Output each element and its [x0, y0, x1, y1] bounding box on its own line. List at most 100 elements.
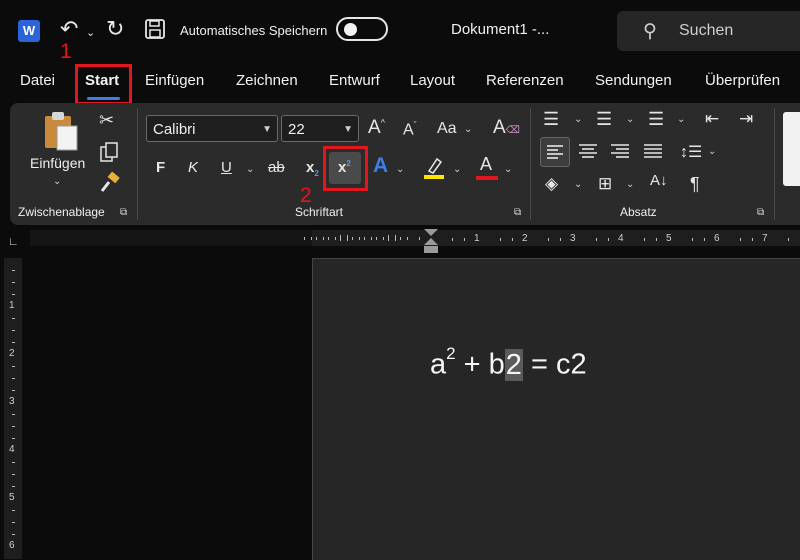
paste-dropdown-icon[interactable]: ⌄ [53, 176, 61, 187]
format-painter-icon[interactable] [99, 171, 121, 198]
tab-referenzen[interactable]: Referenzen [486, 72, 564, 89]
step-1-label: 1 [60, 40, 72, 63]
font-group-label: Schriftart [295, 205, 344, 219]
multilevel-dropdown-icon[interactable]: ⌄ [677, 114, 685, 125]
change-case-button[interactable]: Aa [437, 120, 457, 138]
bold-button[interactable]: F [156, 159, 165, 176]
tab-layout[interactable]: Layout [410, 72, 455, 89]
bullets-icon[interactable]: ☰ [543, 109, 559, 130]
tab-sendungen[interactable]: Sendungen [595, 72, 672, 89]
highlight-box-superscript [323, 146, 368, 191]
text-run: a [430, 348, 447, 381]
text-effects-dropdown-icon[interactable]: ⌄ [396, 164, 404, 175]
cut-icon[interactable]: ✂ [99, 110, 114, 131]
sort-icon[interactable]: A↓ [650, 172, 668, 189]
paragraph-group-label: Absatz [620, 205, 657, 219]
subscript-button[interactable]: x2 [306, 159, 319, 178]
copy-icon[interactable] [99, 142, 119, 168]
document-title[interactable]: Dokument1 -... [451, 21, 549, 38]
align-right-icon[interactable] [608, 138, 632, 169]
line-spacing-icon[interactable]: ↕☰ [680, 142, 702, 162]
undo-dropdown-icon[interactable]: ⌄ [86, 22, 95, 44]
clipboard-launcher-icon[interactable]: ⧉ [120, 207, 127, 218]
change-case-dropdown-icon[interactable]: ⌄ [464, 124, 472, 135]
ruler-number: 5 [666, 233, 672, 244]
font-size-value: 22 [288, 121, 305, 138]
font-color-swatch [476, 176, 498, 180]
font-color-dropdown-icon[interactable]: ⌄ [504, 164, 512, 175]
tab-ueberpruefen[interactable]: Überprüfen [705, 72, 780, 89]
paste-icon[interactable] [42, 110, 80, 157]
bullets-dropdown-icon[interactable]: ⌄ [574, 114, 582, 125]
increase-indent-icon[interactable]: ⇥ [739, 109, 753, 129]
ruler-number: 3 [570, 233, 576, 244]
indent-marker[interactable] [423, 228, 439, 259]
ruler-number: 2 [522, 233, 528, 244]
tab-zeichnen[interactable]: Zeichnen [236, 72, 298, 89]
ruler-number: 5 [9, 492, 15, 503]
shading-dropdown-icon[interactable]: ⌄ [574, 179, 582, 190]
paragraph-launcher-icon[interactable]: ⧉ [757, 207, 764, 218]
underline-dropdown-icon[interactable]: ⌄ [246, 164, 254, 175]
ruler-number: 6 [9, 540, 15, 551]
word-logo-icon: W [18, 20, 46, 42]
chevron-down-icon: ▼ [262, 124, 272, 135]
numbering-dropdown-icon[interactable]: ⌄ [626, 114, 634, 125]
autosave-toggle[interactable] [336, 17, 388, 41]
shrink-font-button[interactable]: Aˇ [403, 120, 417, 139]
redo-icon[interactable]: ↻ [106, 18, 124, 40]
highlight-box-start [75, 64, 132, 105]
ruler-number: 1 [9, 300, 15, 311]
font-size-select[interactable]: 22 ▼ [281, 115, 359, 142]
paste-button[interactable]: Einfügen [30, 155, 85, 171]
numbering-icon[interactable]: ☰ [596, 109, 612, 130]
clear-formatting-button[interactable]: A⌫ [493, 117, 520, 139]
justify-icon[interactable] [641, 138, 665, 169]
group-divider [137, 108, 138, 220]
multilevel-list-icon[interactable]: ☰ [648, 109, 664, 130]
font-name-value: Calibri [153, 121, 196, 138]
autosave-label: Automatisches Speichern [180, 23, 328, 38]
tab-datei[interactable]: Datei [20, 72, 55, 89]
ruler-number: 1 [474, 233, 480, 244]
highlighter-icon[interactable] [423, 156, 445, 185]
strikethrough-button[interactable]: ab [268, 159, 285, 176]
font-color-button[interactable]: A [480, 154, 492, 175]
ruler-number: 4 [9, 444, 15, 455]
decrease-indent-icon[interactable]: ⇤ [705, 109, 719, 129]
text-run: = c2 [522, 348, 587, 381]
ruler-number: 3 [9, 396, 15, 407]
document-page[interactable] [312, 258, 800, 560]
tab-einfuegen[interactable]: Einfügen [145, 72, 204, 89]
font-name-select[interactable]: Calibri ▼ [146, 115, 278, 142]
ruler-number: 2 [9, 348, 15, 359]
underline-button[interactable]: U [221, 159, 232, 176]
show-formatting-marks-icon[interactable]: ¶ [690, 174, 700, 195]
search-input[interactable]: ⚲ Suchen [617, 11, 800, 51]
highlighter-dropdown-icon[interactable]: ⌄ [453, 164, 461, 175]
grow-font-button[interactable]: A^ [368, 117, 385, 139]
selected-text[interactable]: 2 [504, 348, 523, 381]
ruler-numbers: 1 2 3 4 5 6 7 [440, 233, 800, 245]
save-icon[interactable] [144, 18, 166, 44]
group-divider [774, 108, 775, 220]
vertical-ruler[interactable]: 1 2 3 4 5 6 [4, 258, 22, 559]
search-icon: ⚲ [643, 21, 657, 42]
align-center-icon[interactable] [576, 138, 600, 169]
align-left-button[interactable] [540, 137, 570, 167]
font-launcher-icon[interactable]: ⧉ [514, 207, 521, 218]
shading-icon[interactable]: ◈ [545, 174, 558, 194]
italic-button[interactable]: K [188, 159, 198, 176]
line-spacing-dropdown-icon[interactable]: ⌄ [708, 146, 716, 157]
styles-gallery[interactable] [783, 112, 800, 186]
undo-icon[interactable]: ↶ [60, 18, 78, 40]
equation-text[interactable]: a2 + b2 = c2 [430, 344, 587, 382]
search-placeholder: Suchen [679, 22, 734, 39]
borders-dropdown-icon[interactable]: ⌄ [626, 179, 634, 190]
borders-icon[interactable]: ⊞ [598, 174, 612, 194]
ruler-number: 4 [618, 233, 624, 244]
group-divider [530, 108, 531, 220]
text-effects-button[interactable]: A [373, 154, 388, 178]
tab-entwurf[interactable]: Entwurf [329, 72, 380, 89]
chevron-down-icon: ▼ [343, 124, 353, 135]
